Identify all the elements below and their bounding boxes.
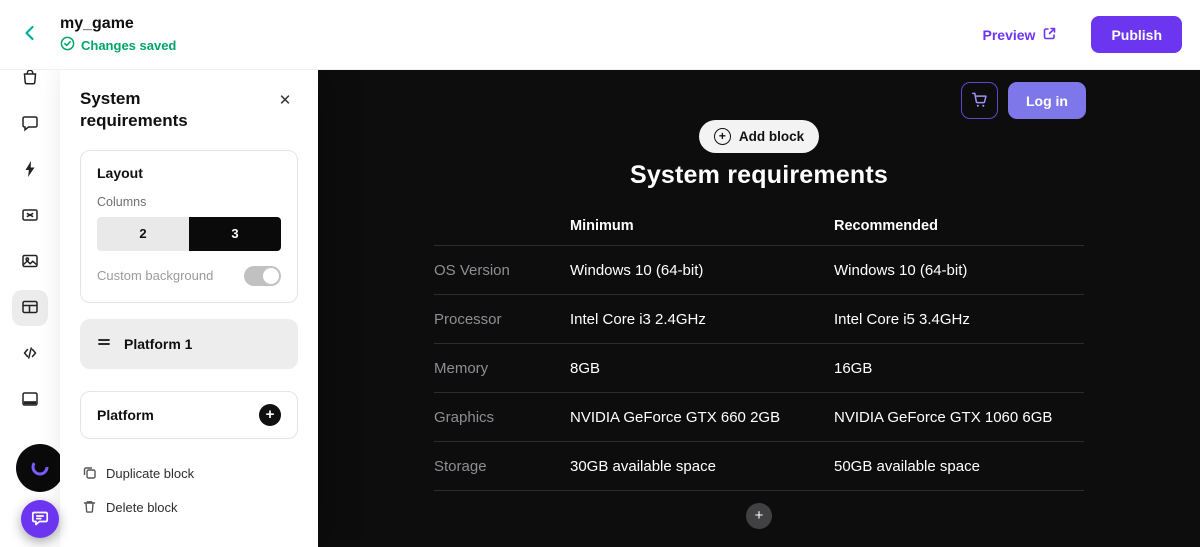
sidebar-item-embed-code[interactable] [12, 336, 48, 372]
row-label: Graphics [434, 409, 570, 426]
cart-icon [970, 90, 989, 112]
row-minimum: Windows 10 (64-bit) [570, 262, 834, 279]
sidebar-item-requirements-table[interactable] [12, 290, 48, 326]
plus-icon: + [259, 404, 281, 426]
image-icon [20, 251, 40, 274]
lightning-icon [20, 159, 40, 182]
add-platform-label: Platform [97, 407, 154, 423]
code-icon [20, 343, 40, 366]
trash-icon [82, 499, 97, 517]
footer-icon [20, 389, 40, 412]
columns-option-2[interactable]: 2 [97, 217, 189, 251]
page-title: my_game [60, 15, 176, 33]
copy-icon [82, 465, 97, 483]
row-recommended: Intel Core i5 3.4GHz [834, 311, 1084, 328]
bottom-add-row: + [318, 503, 1200, 529]
row-recommended: NVIDIA GeForce GTX 1060 6GB [834, 409, 1084, 426]
toggle-knob [263, 268, 279, 284]
store-icon [20, 70, 40, 90]
table-row: Graphics NVIDIA GeForce GTX 660 2GB NVID… [434, 393, 1084, 442]
row-label: Processor [434, 311, 570, 328]
add-block-button[interactable]: + Add block [699, 120, 819, 153]
add-platform-button[interactable]: Platform + [80, 391, 298, 439]
row-recommended: 50GB available space [834, 458, 1084, 475]
row-recommended: 16GB [834, 360, 1084, 377]
sidebar-item-banner[interactable] [12, 198, 48, 234]
table-row: OS Version Windows 10 (64-bit) Windows 1… [434, 246, 1084, 295]
content-area: System requirements ✕ Layout Columns 2 3… [0, 70, 1200, 547]
title-block: my_game Changes saved [60, 15, 176, 54]
chat-lines-icon [30, 508, 50, 531]
topbar-right: Preview Publish [983, 16, 1185, 53]
chat-widget-button[interactable] [21, 500, 59, 538]
sidebar-item-media[interactable] [12, 244, 48, 280]
sidebar-item-footer[interactable] [12, 382, 48, 418]
login-button[interactable]: Log in [1008, 82, 1086, 119]
table-header-row: Minimum Recommended [434, 206, 1084, 246]
sidebar-item-messages[interactable] [12, 106, 48, 142]
back-button[interactable] [12, 17, 48, 53]
external-link-icon [1042, 26, 1057, 44]
table-row: Memory 8GB 16GB [434, 344, 1084, 393]
columns-segmented-control: 2 3 [97, 217, 281, 251]
panel-header: System requirements ✕ [80, 88, 298, 132]
preview-button[interactable]: Preview [983, 26, 1058, 44]
columns-option-3[interactable]: 3 [189, 217, 281, 251]
table-row: Storage 30GB available space 50GB availa… [434, 442, 1084, 491]
site-preview: Log in + Add block System requirements M… [318, 70, 1200, 547]
cart-button[interactable] [961, 82, 998, 119]
duplicate-block-button[interactable]: Duplicate block [82, 465, 194, 483]
row-minimum: 8GB [570, 360, 834, 377]
row-recommended: Windows 10 (64-bit) [834, 262, 1084, 279]
block-settings-panel: System requirements ✕ Layout Columns 2 3… [60, 70, 318, 547]
table-header-minimum: Minimum [570, 218, 834, 234]
row-label: Storage [434, 458, 570, 475]
delete-block-button[interactable]: Delete block [82, 499, 178, 517]
delete-block-label: Delete block [106, 500, 178, 515]
layout-card-title: Layout [97, 165, 281, 181]
table-header-recommended: Recommended [834, 218, 1084, 234]
publish-button[interactable]: Publish [1091, 16, 1182, 53]
check-circle-icon [60, 36, 75, 54]
row-label: OS Version [434, 262, 570, 279]
custom-background-row: Custom background [97, 266, 281, 286]
platform-item-label: Platform 1 [124, 336, 192, 352]
banner-icon [20, 205, 40, 228]
chevron-left-icon [20, 23, 40, 46]
section-heading: System requirements [318, 161, 1200, 190]
requirements-table: Minimum Recommended OS Version Windows 1… [434, 206, 1084, 491]
drag-handle-icon [96, 334, 112, 353]
site-builder-app: my_game Changes saved Preview Publish [0, 0, 1200, 547]
add-block-label: Add block [739, 129, 804, 144]
table-row: Processor Intel Core i3 2.4GHz Intel Cor… [434, 295, 1084, 344]
row-minimum: NVIDIA GeForce GTX 660 2GB [570, 409, 834, 426]
custom-background-label: Custom background [97, 268, 213, 283]
game-logo-icon [29, 456, 51, 481]
topbar-left: my_game Changes saved [12, 15, 176, 54]
chat-bubble-icon [20, 113, 40, 136]
close-icon[interactable]: ✕ [272, 88, 298, 114]
add-section-button[interactable]: + [746, 503, 772, 529]
preview-header-controls: Log in [961, 82, 1086, 119]
save-status-text: Changes saved [81, 38, 176, 53]
panel-title: System requirements [80, 88, 230, 132]
workspace-avatar[interactable] [16, 444, 64, 492]
save-status: Changes saved [60, 36, 176, 54]
columns-label: Columns [97, 195, 281, 209]
row-minimum: 30GB available space [570, 458, 834, 475]
topbar: my_game Changes saved Preview Publish [0, 0, 1200, 70]
custom-background-toggle[interactable] [244, 266, 281, 286]
row-minimum: Intel Core i3 2.4GHz [570, 311, 834, 328]
layout-card: Layout Columns 2 3 Custom background [80, 150, 298, 303]
preview-label: Preview [983, 27, 1036, 43]
platform-list-item[interactable]: Platform 1 [80, 319, 298, 369]
table-icon [20, 297, 40, 320]
sidebar-item-boost[interactable] [12, 152, 48, 188]
plus-icon: + [714, 128, 731, 145]
sidebar-item-store[interactable] [12, 70, 48, 96]
row-label: Memory [434, 360, 570, 377]
duplicate-block-label: Duplicate block [106, 466, 194, 481]
